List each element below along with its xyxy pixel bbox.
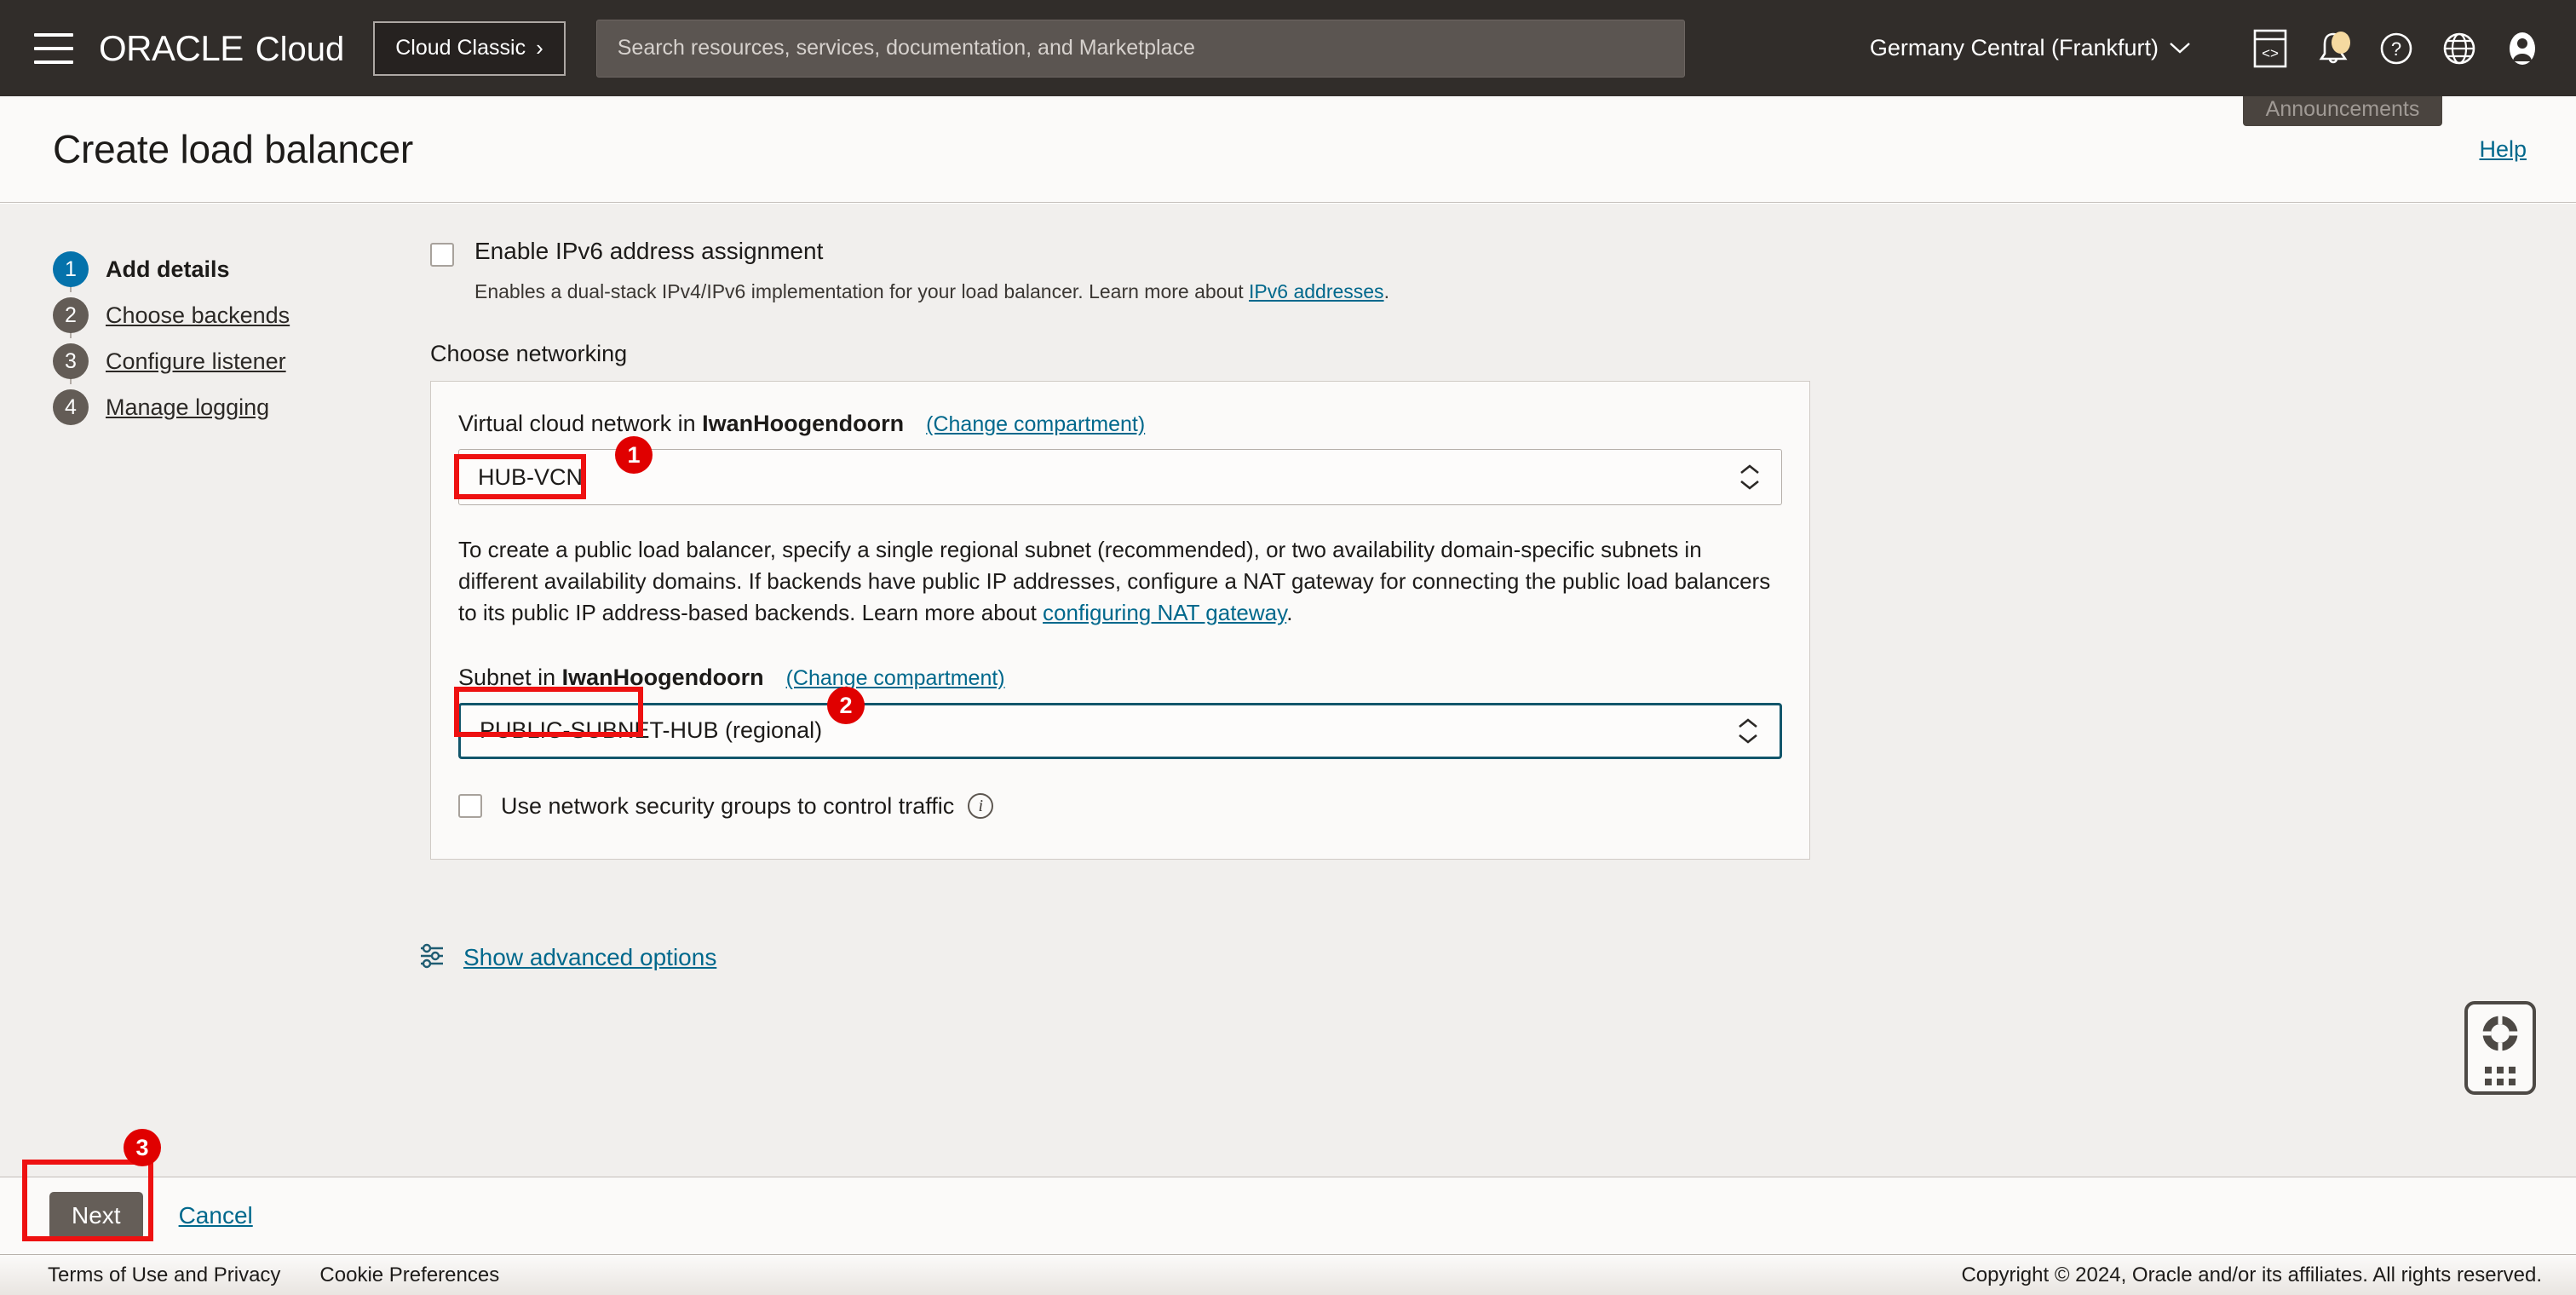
vcn-label: Virtual cloud network in IwanHoogendoorn [458, 411, 904, 437]
show-advanced-options-row[interactable]: Show advanced options [417, 941, 1878, 975]
chevron-down-icon [2169, 37, 2191, 60]
annotation-badge-3: 3 [124, 1129, 161, 1166]
use-nsg-label: Use network security groups to control t… [501, 792, 955, 819]
search-input[interactable] [595, 19, 1685, 78]
wizard-action-bar: Next Cancel [0, 1177, 2576, 1254]
subnet-label: Subnet in IwanHoogendoorn [458, 665, 764, 691]
enable-ipv6-checkbox[interactable] [430, 243, 454, 267]
vcn-selected-value: HUB-VCN [478, 463, 584, 490]
step-label-configure-listener[interactable]: Configure listener [106, 348, 286, 375]
life-preserver-icon [2478, 1011, 2522, 1060]
cloud-classic-label: Cloud Classic [395, 36, 526, 60]
notifications-bell-icon[interactable] [2302, 17, 2365, 80]
nat-gateway-link[interactable]: configuring NAT gateway [1043, 600, 1286, 625]
chevron-updown-icon [1739, 463, 1761, 491]
subnet-change-compartment-link[interactable]: (Change compartment) [786, 666, 1005, 691]
vcn-change-compartment-link[interactable]: (Change compartment) [926, 412, 1145, 437]
global-search [595, 19, 1685, 78]
info-icon[interactable]: i [968, 793, 994, 820]
language-globe-icon[interactable] [2428, 17, 2491, 80]
step-bullet-1: 1 [53, 251, 89, 287]
subnet-select[interactable]: PUBLIC-SUBNET-HUB (regional) [458, 702, 1782, 759]
vcn-label-row: Virtual cloud network in IwanHoogendoorn… [458, 411, 1782, 437]
svg-text:?: ? [2391, 38, 2401, 60]
step-bullet-2: 2 [53, 297, 89, 333]
enable-ipv6-label: Enable IPv6 address assignment [474, 238, 824, 264]
ipv6-help-suffix: . [1383, 280, 1389, 302]
networking-description: To create a public load balancer, specif… [458, 534, 1782, 629]
footer-links: Terms of Use and Privacy Cookie Preferen… [48, 1263, 499, 1287]
cloud-wordmark: Cloud [255, 30, 345, 68]
vcn-select[interactable]: HUB-VCN [458, 449, 1782, 506]
step-label-add-details: Add details [106, 256, 230, 282]
help-question-icon[interactable]: ? [2365, 17, 2428, 80]
chevron-right-icon: › [536, 35, 543, 60]
subnet-selected-value: PUBLIC-SUBNET-HUB (regional) [480, 717, 823, 744]
oracle-cloud-logo[interactable]: ORACLE Cloud [99, 28, 344, 69]
nsg-checkbox-row: Use network security groups to control t… [458, 793, 1782, 820]
apps-grid-icon [2485, 1066, 2516, 1085]
support-widget-button[interactable] [2464, 1001, 2536, 1095]
top-navigation-bar: ORACLE Cloud Cloud Classic › Germany Cen… [0, 0, 2576, 96]
wizard-steps: 1 Add details 2 Choose backends 3 Config… [53, 246, 377, 430]
cookie-preferences-link[interactable]: Cookie Preferences [319, 1263, 499, 1287]
subnet-label-row: Subnet in IwanHoogendoorn (Change compar… [458, 665, 1782, 691]
subnet-compartment-name: IwanHoogendoorn [561, 664, 764, 690]
annotation-badge-2: 2 [827, 687, 865, 724]
oracle-wordmark: ORACLE [99, 27, 244, 68]
page-header: Create load balancer Help [0, 96, 2576, 203]
terms-of-use-link[interactable]: Terms of Use and Privacy [48, 1263, 280, 1287]
step-label-manage-logging[interactable]: Manage logging [106, 394, 269, 421]
annotation-badge-1: 1 [615, 436, 653, 474]
svg-text:<>: <> [2262, 45, 2279, 61]
step-bullet-3: 3 [53, 343, 89, 379]
help-link[interactable]: Help [2479, 136, 2527, 163]
ipv6-checkbox-row: Enable IPv6 address assignment [430, 238, 1878, 267]
region-label: Germany Central (Frankfurt) [1869, 35, 2159, 60]
ipv6-addresses-link[interactable]: IPv6 addresses [1249, 280, 1384, 302]
use-nsg-checkbox[interactable] [458, 794, 482, 819]
vcn-compartment-name: IwanHoogendoorn [702, 411, 905, 437]
sidebar-item-add-details[interactable]: 1 Add details [53, 246, 377, 292]
ipv6-help-prefix: Enables a dual-stack IPv4/IPv6 implement… [474, 280, 1250, 302]
region-selector[interactable]: Germany Central (Frankfurt) [1870, 35, 2191, 61]
chevron-updown-icon [1737, 717, 1759, 745]
nav-right-cluster: Germany Central (Frankfurt) <> ? [1870, 17, 2554, 80]
cloud-classic-button[interactable]: Cloud Classic › [373, 20, 566, 76]
vcn-label-prefix: Virtual cloud network in [458, 411, 703, 437]
main-content-area: 1 Add details 2 Choose backends 3 Config… [0, 204, 2576, 1177]
sidebar-item-configure-listener[interactable]: 3 Configure listener [53, 338, 377, 384]
hamburger-menu-icon[interactable] [34, 32, 73, 64]
form-column: Enable IPv6 address assignment Enables a… [421, 204, 1878, 975]
copyright-text: Copyright © 2024, Oracle and/or its affi… [1961, 1263, 2542, 1286]
step-bullet-4: 4 [53, 389, 89, 425]
sliders-icon [417, 941, 446, 975]
networking-description-suffix: . [1286, 599, 1293, 625]
page-footer: Terms of Use and Privacy Cookie Preferen… [0, 1254, 2576, 1295]
user-avatar-icon[interactable] [2491, 17, 2554, 80]
next-button[interactable]: Next [49, 1192, 143, 1240]
page-title: Create load balancer [53, 127, 414, 171]
cancel-link[interactable]: Cancel [179, 1202, 253, 1229]
ipv6-help-text: Enables a dual-stack IPv4/IPv6 implement… [474, 279, 1878, 305]
sidebar-item-choose-backends[interactable]: 2 Choose backends [53, 292, 377, 338]
choose-networking-label: Choose networking [430, 341, 628, 367]
step-label-choose-backends[interactable]: Choose backends [106, 302, 290, 329]
show-advanced-options-link[interactable]: Show advanced options [463, 944, 716, 971]
notification-badge-dot [2332, 31, 2350, 54]
subnet-label-prefix: Subnet in [458, 664, 562, 690]
sidebar-item-manage-logging[interactable]: 4 Manage logging [53, 384, 377, 430]
code-editor-icon[interactable]: <> [2239, 17, 2302, 80]
